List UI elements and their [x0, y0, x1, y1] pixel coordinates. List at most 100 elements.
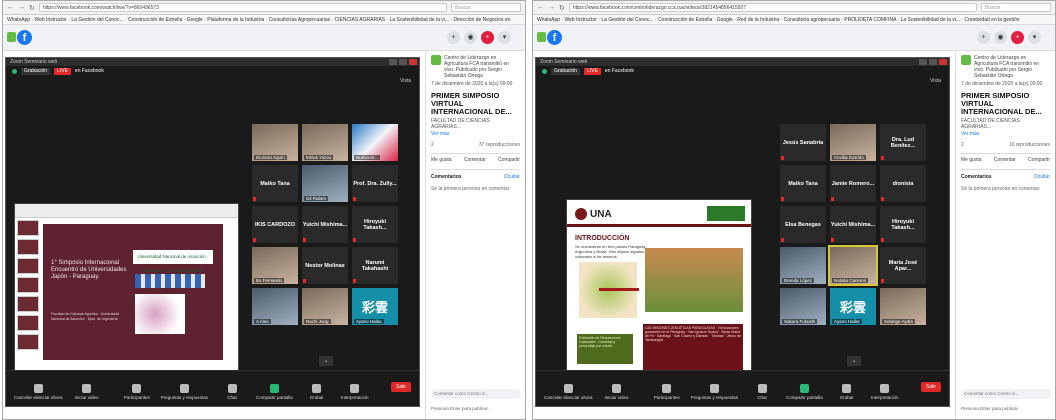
participant-tile[interactable]: Narumi Takahashi: [352, 247, 398, 284]
participant-tile[interactable]: dionisia: [880, 165, 926, 202]
share-button[interactable]: Compartir: [498, 157, 520, 163]
comment-button[interactable]: Comentar: [994, 157, 1016, 163]
share-screen-button[interactable]: Compartir pantalla: [256, 384, 293, 400]
record-button[interactable]: Grabar: [303, 384, 331, 400]
participant-tile[interactable]: 彩雲 Ayano Haibe: [352, 288, 398, 325]
participant-tile[interactable]: Maiko Tana: [780, 165, 826, 202]
participant-tile[interactable]: A Alex: [252, 288, 298, 325]
chat-button[interactable]: Chat: [748, 384, 776, 400]
share-button[interactable]: Compartir: [1028, 157, 1050, 163]
participant-tile[interactable]: Jesús Sanabria: [780, 124, 826, 161]
browser-search-input[interactable]: Buscar: [451, 3, 521, 12]
forward-icon[interactable]: →: [548, 4, 555, 11]
account-menu-icon[interactable]: ▾: [498, 31, 511, 44]
participant-tile[interactable]: IKIS CARDOZO: [252, 206, 298, 243]
participant-tile[interactable]: Jamie Romero...: [830, 165, 876, 202]
participant-tile[interactable]: Hiroyuki Takash...: [880, 206, 926, 243]
facebook-logo-icon[interactable]: f: [547, 30, 562, 45]
participants-button[interactable]: Participantes: [653, 384, 681, 400]
comment-button[interactable]: Comentar: [464, 157, 486, 163]
security-icon[interactable]: [12, 68, 17, 74]
interpretation-button[interactable]: Interpretación: [341, 384, 369, 400]
participant-tile[interactable]: Solange Ayala: [880, 288, 926, 325]
plus-icon[interactable]: +: [977, 31, 990, 44]
minimize-icon[interactable]: [389, 59, 397, 65]
participant-tile[interactable]: Maiko Tana: [252, 165, 298, 202]
qa-button[interactable]: Preguntas y respuestas: [161, 384, 208, 400]
bookmarks-bar[interactable]: WhatsApp · Web Instructor · La Gestión d…: [3, 15, 525, 25]
reload-icon[interactable]: ↻: [559, 4, 565, 12]
view-button[interactable]: Vista: [400, 78, 411, 84]
participant-tile[interactable]: Nachi Jung: [302, 288, 348, 325]
participant-tile[interactable]: Gil Ruben: [302, 165, 348, 202]
chat-button[interactable]: Chat: [218, 384, 246, 400]
post-author[interactable]: Centro de Liderazgo en Agricultura FCA t…: [961, 55, 1050, 79]
minimize-icon[interactable]: [919, 59, 927, 65]
share-screen-button[interactable]: Compartir pantalla: [786, 384, 823, 400]
participant-tile[interactable]: Nestor Molinas: [302, 247, 348, 284]
back-icon[interactable]: ←: [7, 4, 14, 11]
see-more-link[interactable]: Ver más: [431, 131, 520, 137]
chevron-down-icon[interactable]: ⌄: [847, 356, 861, 366]
start-video-button[interactable]: Iniciar video: [73, 384, 101, 400]
address-bar[interactable]: https://www.facebook.com/watch/live/?v=8…: [38, 3, 447, 12]
bookmarks-bar[interactable]: WhatsApp · Web Instructor · La Gestión d…: [533, 15, 1055, 25]
address-bar[interactable]: https://www.facebook.com/centroliderazgo…: [568, 3, 977, 12]
hide-comments-link[interactable]: Ocultar: [1034, 174, 1050, 180]
participant-tile[interactable]: Yuichi Mishima...: [302, 206, 348, 243]
maximize-icon[interactable]: [929, 59, 937, 65]
comment-input[interactable]: Comentar como Centro d...: [431, 389, 521, 399]
notifications-icon[interactable]: •: [1011, 31, 1024, 44]
reaction-count[interactable]: 2: [961, 142, 964, 148]
see-more-link[interactable]: Ver más: [961, 131, 1050, 137]
post-author[interactable]: Centro de Liderazgo en Agricultura FCA t…: [431, 55, 520, 79]
forward-icon[interactable]: →: [18, 4, 25, 11]
reaction-count[interactable]: 2: [431, 142, 434, 148]
comment-input[interactable]: Comentar como Centro d...: [961, 389, 1051, 399]
messenger-icon[interactable]: ◉: [994, 31, 1007, 44]
participant-tile[interactable]: Sakura Fukushi: [780, 288, 826, 325]
plus-icon[interactable]: +: [447, 31, 460, 44]
end-button[interactable]: Salir: [391, 382, 412, 392]
participant-tile[interactable]: 彩雲 Ayano Haibe: [830, 288, 876, 325]
qa-button[interactable]: Preguntas y respuestas: [691, 384, 738, 400]
participant-tile[interactable]: Dionisio Aquín: [252, 124, 298, 161]
participants-button[interactable]: Participantes: [123, 384, 151, 400]
close-icon[interactable]: [409, 59, 417, 65]
participant-tile[interactable]: Mirian Hizou: [302, 124, 348, 161]
participant-tile[interactable]: Brenda López: [780, 247, 826, 284]
unmute-button[interactable]: Cancelar silenciar ahora: [14, 384, 63, 400]
like-button[interactable]: Me gusta: [431, 157, 452, 163]
like-button[interactable]: Me gusta: [961, 157, 982, 163]
back-icon[interactable]: ←: [537, 4, 544, 11]
browser-search-input[interactable]: Buscar: [981, 3, 1051, 12]
hide-comments-link[interactable]: Ocultar: [504, 174, 520, 180]
participant-tile[interactable]: Prof. Dra. Zully...: [352, 165, 398, 202]
participant-tile[interactable]: Cecilia Garrido: [830, 124, 876, 161]
start-video-button[interactable]: Iniciar video: [603, 384, 631, 400]
app-icon[interactable]: [7, 32, 16, 42]
participant-tile[interactable]: Dra. Lud Benítez...: [880, 124, 926, 161]
app-icon[interactable]: [537, 32, 546, 42]
end-button[interactable]: Salir: [921, 382, 942, 392]
participant-tile[interactable]: Bo Fernando: [252, 247, 298, 284]
slide-thumbnails[interactable]: [17, 220, 39, 370]
participant-tile[interactable]: María José Apar...: [880, 247, 926, 284]
maximize-icon[interactable]: [399, 59, 407, 65]
notifications-icon[interactable]: •: [481, 31, 494, 44]
record-button[interactable]: Grabar: [833, 384, 861, 400]
facebook-logo-icon[interactable]: f: [17, 30, 32, 45]
participant-tile[interactable]: Nuevo Ar...: [352, 124, 398, 161]
participant-tile[interactable]: Natalia Caceres: [828, 245, 878, 286]
security-icon[interactable]: [542, 68, 547, 74]
participant-tile[interactable]: Yuichi Mishima...: [830, 206, 876, 243]
participant-tile[interactable]: Elsa Benegas: [780, 206, 826, 243]
messenger-icon[interactable]: ◉: [464, 31, 477, 44]
account-menu-icon[interactable]: ▾: [1028, 31, 1041, 44]
view-button[interactable]: Vista: [930, 78, 941, 84]
participant-tile[interactable]: Hiroyuki Takash...: [352, 206, 398, 243]
interpretation-button[interactable]: Interpretación: [871, 384, 899, 400]
close-icon[interactable]: [939, 59, 947, 65]
chevron-down-icon[interactable]: ⌄: [319, 356, 333, 366]
unmute-button[interactable]: Cancelar silenciar ahora: [544, 384, 593, 400]
